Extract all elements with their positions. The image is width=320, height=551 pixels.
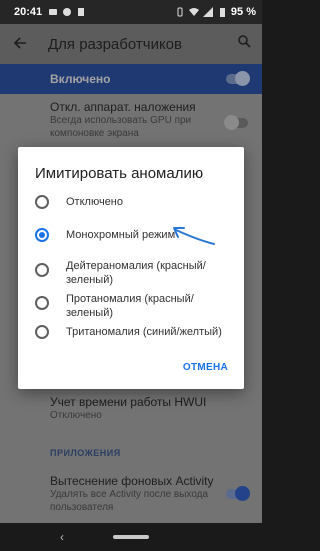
option-label: Отключено [66, 196, 123, 208]
vibrate-icon [177, 7, 183, 17]
radio-button[interactable] [35, 195, 49, 209]
section-header-apps: ПРИЛОЖЕНИЯ [50, 448, 121, 458]
disable-hw-overlays-item[interactable]: Откл. аппарат. наложения Всегда использо… [50, 100, 220, 140]
radio-button-selected[interactable] [35, 228, 49, 242]
home-pill[interactable] [113, 535, 149, 539]
simulate-color-space-dialog: Имитировать аномалию Отключено Монохромн… [18, 147, 244, 389]
item-summary: Всегда использовать GPU при компоновке э… [50, 115, 192, 139]
item-summary: Отключено [50, 410, 102, 421]
wifi-icon [188, 8, 199, 16]
developer-options-toggle[interactable] [226, 71, 250, 86]
option-label: Тританомалия (синий/желтый) [66, 326, 222, 338]
dialog-title: Имитировать аномалию [35, 165, 204, 182]
cancel-button[interactable]: ОТМЕНА [183, 362, 228, 373]
notification-icon [78, 8, 85, 16]
back-arrow-icon[interactable] [0, 34, 40, 55]
radio-button[interactable] [35, 296, 49, 310]
dont-keep-activities-item[interactable]: Вытеснение фоновых Activity Удалять все … [50, 474, 220, 514]
notification-icon [63, 8, 72, 16]
hwui-profiling-item[interactable]: Учет времени работы HWUI Отключено [50, 395, 220, 422]
annotation-arrow-icon [173, 227, 215, 245]
signal-icon [202, 7, 213, 17]
item-title: Откл. аппарат. наложения [50, 100, 196, 114]
notification-icons [48, 7, 86, 17]
status-time: 20:41 [14, 6, 43, 18]
option-label: Дейтераномалия (красный/ зеленый) [66, 260, 206, 286]
app-bar: Для разработчиков [0, 24, 262, 64]
item-summary: Удалять все Activity после выхода пользо… [50, 489, 209, 513]
item-title: Вытеснение фоновых Activity [50, 474, 214, 488]
disable-hw-overlays-toggle[interactable] [224, 115, 248, 130]
battery-level: 95 % [230, 6, 256, 18]
radio-button[interactable] [35, 263, 49, 277]
navigation-bar: ‹ [0, 523, 262, 551]
option-label: Протаномалия (красный/ зеленый) [66, 293, 194, 319]
radio-button[interactable] [35, 325, 49, 339]
battery-icon [219, 8, 225, 17]
notification-icon [49, 9, 58, 15]
enabled-label: Включено [50, 72, 111, 86]
search-icon[interactable] [226, 35, 262, 53]
page-title: Для разработчиков [48, 35, 182, 53]
status-bar: 20:41 95 % [0, 0, 262, 24]
nav-back-icon[interactable]: ‹ [60, 530, 64, 544]
item-title: Учет времени работы HWUI [50, 395, 207, 409]
dont-keep-activities-toggle[interactable] [226, 486, 250, 501]
developer-options-enabled-bar[interactable]: Включено [0, 64, 262, 94]
